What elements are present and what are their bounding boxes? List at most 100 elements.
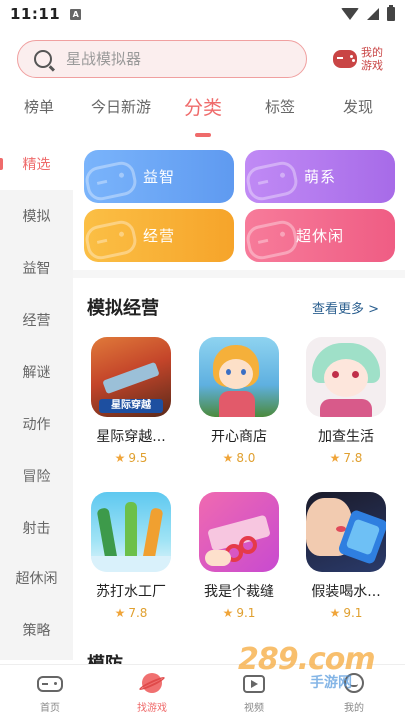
side-item-label: 动作 <box>22 417 51 433</box>
star-icon: ★ <box>114 451 126 465</box>
rating-value: 7.8 <box>128 606 148 620</box>
game-name: 我是个裁缝 <box>204 584 274 600</box>
my-games-button[interactable]: 我的游戏 <box>333 44 393 74</box>
star-icon: ★ <box>114 606 126 620</box>
game-icon[interactable] <box>306 337 386 417</box>
nav-home[interactable]: 首页 <box>20 671 80 714</box>
game-rating: ★ 7.8 <box>300 451 392 465</box>
game-rating: ★ 8.0 <box>193 451 285 465</box>
category-label: 经营 <box>142 227 175 245</box>
status-time: 11:11 <box>10 5 61 23</box>
search-icon <box>34 50 52 68</box>
section-divider <box>73 270 405 278</box>
side-item-adventure[interactable]: 冒险 <box>0 450 73 502</box>
side-item-label: 冒险 <box>22 469 51 485</box>
rating-value: 9.1 <box>343 606 363 620</box>
watermark-subtext: 手游网 <box>310 675 352 691</box>
game-icon-text: 星际穿越 <box>99 399 163 413</box>
status-indicators <box>341 5 395 21</box>
game-item[interactable]: 开心商店 ★ 8.0 <box>193 337 285 465</box>
nav-find-games[interactable]: 找游戏 <box>122 671 182 714</box>
nav-label: 找游戏 <box>137 703 167 714</box>
battery-icon <box>387 5 395 21</box>
game-icon[interactable] <box>199 492 279 572</box>
nav-label: 视频 <box>244 703 264 714</box>
notification-icon: A <box>70 8 82 20</box>
side-item-label: 益智 <box>22 261 51 277</box>
game-item[interactable]: 苏打水工厂 ★ 7.8 <box>85 492 177 620</box>
active-tab-indicator <box>195 133 211 137</box>
side-item-label: 射击 <box>22 521 51 537</box>
watermark-logo: 289.com 手游网 <box>238 640 388 696</box>
side-item-label: 策略 <box>22 623 51 639</box>
side-item-label: 经营 <box>22 313 51 329</box>
side-item-shooting[interactable]: 射击 <box>0 502 73 554</box>
game-rating: ★ 9.1 <box>300 606 392 620</box>
section-title: 模拟经营 <box>87 298 159 319</box>
side-item-simulation[interactable]: 模拟 <box>0 190 73 242</box>
star-icon: ★ <box>329 606 341 620</box>
star-icon: ★ <box>329 451 341 465</box>
game-name: 星际穿越... <box>96 429 166 445</box>
gamepad-icon <box>84 218 139 262</box>
nav-label: 首页 <box>40 703 60 714</box>
tab-discover[interactable]: 发现 <box>343 96 373 117</box>
game-name: 假装喝水... <box>311 584 381 600</box>
category-label: 超休闲 <box>295 227 344 245</box>
planet-icon <box>138 671 166 697</box>
game-icon[interactable] <box>306 492 386 572</box>
gamepad-icon <box>333 50 357 68</box>
side-item-mystery[interactable]: 解谜 <box>0 346 73 398</box>
category-label: 益智 <box>142 168 175 186</box>
search-bar[interactable] <box>17 40 307 78</box>
side-menu: 精选 模拟 益智 经营 解谜 动作 冒险 射击 超休闲 策略 <box>0 138 73 660</box>
tab-rankings[interactable]: 榜单 <box>24 96 54 117</box>
watermark-text: 289.com <box>238 642 376 677</box>
tab-tags[interactable]: 标签 <box>265 96 295 117</box>
star-icon: ★ <box>222 451 234 465</box>
game-name: 开心商店 <box>211 429 267 445</box>
side-item-featured[interactable]: 精选 <box>0 138 73 190</box>
side-item-management[interactable]: 经营 <box>0 294 73 346</box>
rating-value: 9.5 <box>128 451 148 465</box>
game-item[interactable]: 加查生活 ★ 7.8 <box>300 337 392 465</box>
side-item-label: 解谜 <box>22 365 51 381</box>
category-card-cute[interactable]: 萌系 <box>245 150 395 203</box>
game-name: 加查生活 <box>318 429 374 445</box>
game-rating: ★ 9.1 <box>193 606 285 620</box>
game-icon[interactable] <box>91 492 171 572</box>
game-item[interactable]: 我是个裁缝 ★ 9.1 <box>193 492 285 620</box>
top-tabs: 榜单 今日新游 分类 标签 发现 <box>0 96 405 136</box>
game-item[interactable]: 星际穿越 星际穿越... ★ 9.5 <box>85 337 177 465</box>
side-item-strategy[interactable]: 策略 <box>0 604 73 656</box>
my-games-label: 我的游戏 <box>361 46 383 72</box>
tab-new-today[interactable]: 今日新游 <box>91 96 151 117</box>
see-more-link[interactable]: 查看更多 > <box>312 298 379 317</box>
side-active-indicator <box>0 158 3 170</box>
game-name: 苏打水工厂 <box>96 584 166 600</box>
gamepad-icon <box>245 159 300 203</box>
side-item-label: 精选 <box>22 157 51 173</box>
game-rating: ★ 9.5 <box>85 451 177 465</box>
category-card-puzzle[interactable]: 益智 <box>84 150 234 203</box>
side-item-action[interactable]: 动作 <box>0 398 73 450</box>
category-card-hypercasual[interactable]: 超休闲 <box>245 209 395 262</box>
gamepad-icon <box>245 218 300 262</box>
gamepad-icon <box>36 671 64 697</box>
nav-label: 我的 <box>344 703 364 714</box>
side-item-label: 模拟 <box>22 209 51 225</box>
game-item[interactable]: 假装喝水... ★ 9.1 <box>300 492 392 620</box>
next-section-title: 模防 <box>87 650 123 664</box>
side-item-puzzle[interactable]: 益智 <box>0 242 73 294</box>
search-input[interactable] <box>66 50 266 68</box>
rating-value: 8.0 <box>236 451 256 465</box>
game-icon[interactable]: 星际穿越 <box>91 337 171 417</box>
tab-categories[interactable]: 分类 <box>184 93 222 120</box>
category-label: 萌系 <box>303 168 336 186</box>
gamepad-icon <box>84 159 139 203</box>
game-icon[interactable] <box>199 337 279 417</box>
category-card-management[interactable]: 经营 <box>84 209 234 262</box>
side-item-hypercasual[interactable]: 超休闲 <box>0 552 73 604</box>
rating-value: 7.8 <box>343 451 363 465</box>
rating-value: 9.1 <box>236 606 256 620</box>
